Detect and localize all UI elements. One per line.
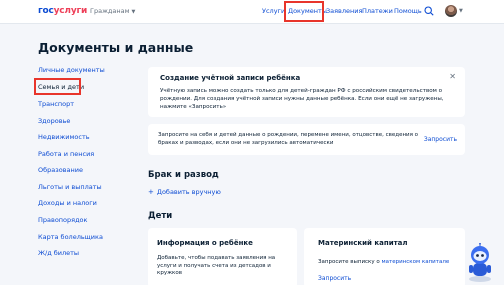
- top-header: госуслуги Гражданам ▼ Услуги Документы За…: [0, 0, 504, 24]
- chevron-down-icon[interactable]: ▼: [459, 8, 463, 14]
- sidebar-item-income-taxes[interactable]: Доходы и налоги: [38, 199, 97, 207]
- request-text: Запросите на себя и детей данные о рожде…: [158, 132, 419, 146]
- maternity-capital-link[interactable]: материнском капитале: [382, 259, 450, 265]
- sidebar-item-train-tickets[interactable]: Ж/д билеты: [38, 249, 79, 257]
- family-highlight-box: [34, 78, 81, 95]
- request-data-card: Запросите на себя и детей данные о рожде…: [148, 124, 465, 155]
- sidebar-item-benefits[interactable]: Льготы и выплаты: [38, 183, 102, 191]
- page-title: Документы и данные: [38, 40, 194, 55]
- sidebar-item-education[interactable]: Образование: [38, 166, 83, 174]
- capital-card-title: Материнский капитал: [318, 239, 408, 247]
- sidebar-item-law[interactable]: Правопорядок: [38, 216, 87, 224]
- sidebar-item-fan-card[interactable]: Карта болельщика: [38, 233, 103, 241]
- marriage-section-title: Брак и развод: [148, 170, 219, 180]
- plus-icon: +: [148, 188, 154, 196]
- request-link[interactable]: Запросить: [424, 136, 457, 143]
- add-manually-link[interactable]: + Добавить вручную: [148, 188, 221, 196]
- capital-request-link[interactable]: Запросить: [318, 275, 351, 282]
- capital-card-text: Запросите выписку о материнском капитале: [318, 259, 450, 265]
- avatar[interactable]: [445, 5, 457, 17]
- documents-highlight-box: [284, 1, 324, 22]
- sidebar-item-health[interactable]: Здоровье: [38, 117, 70, 125]
- notice-text: Учётную запись можно создать только для …: [160, 88, 444, 110]
- sidebar-item-realty[interactable]: Недвижимость: [38, 133, 90, 141]
- sidebar-item-work-pension[interactable]: Работа и пенсия: [38, 150, 94, 158]
- nav-payments[interactable]: Платежи: [362, 7, 393, 15]
- notice-title: Создание учётной записи ребёнка: [160, 74, 301, 82]
- nav-services[interactable]: Услуги: [262, 7, 285, 15]
- child-card-title: Информация о ребёнке: [157, 239, 253, 247]
- child-account-notice: Создание учётной записи ребёнка ✕ Учётну…: [148, 67, 465, 117]
- gosuslugi-logo[interactable]: госуслуги: [38, 6, 87, 16]
- chevron-down-icon: ▼: [131, 9, 136, 15]
- sidebar-item-transport[interactable]: Транспорт: [38, 100, 74, 108]
- maternity-capital-card: Материнский капитал Запросите выписку о …: [304, 228, 465, 285]
- nav-help[interactable]: Помощь: [394, 7, 422, 15]
- child-info-card[interactable]: Информация о ребёнке Добавьте, чтобы под…: [148, 228, 297, 285]
- citizens-dropdown[interactable]: Гражданам ▼: [90, 7, 135, 15]
- sidebar-item-personal-docs[interactable]: Личные документы: [38, 66, 105, 74]
- nav-applications[interactable]: Заявления: [326, 7, 362, 15]
- close-icon[interactable]: ✕: [449, 72, 456, 81]
- robot-assistant-icon[interactable]: [466, 243, 494, 283]
- search-icon[interactable]: [424, 6, 434, 16]
- children-section-title: Дети: [148, 211, 173, 221]
- child-card-text: Добавьте, чтобы подавать заявления на ус…: [157, 255, 276, 276]
